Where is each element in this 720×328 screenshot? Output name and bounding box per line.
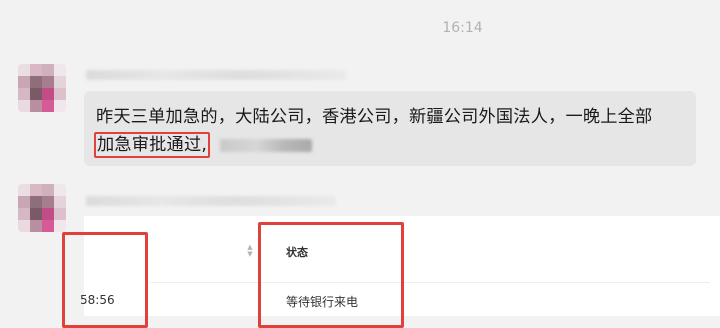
- message-bubble[interactable]: 昨天三单加急的，大陆公司，香港公司，新疆公司外国法人，一晚上全部 加急审批通过,: [84, 91, 696, 166]
- sort-icon: ▲ ▼: [247, 243, 253, 258]
- sender-avatar[interactable]: [18, 184, 66, 232]
- column-header-status: 状态: [286, 246, 308, 259]
- table-divider: [150, 282, 710, 283]
- highlighted-text: 加急审批通过,: [94, 132, 210, 158]
- message-timestamp: 16:14: [442, 20, 483, 36]
- sender-name-redacted: [86, 70, 346, 80]
- annotation-box: [258, 222, 404, 328]
- cell-time: 58:56: [80, 293, 115, 307]
- redacted-text: [220, 138, 312, 152]
- message-text-line: 昨天三单加急的，大陆公司，香港公司，新疆公司外国法人，一晚上全部: [96, 107, 653, 127]
- annotation-box: [62, 232, 148, 328]
- cell-status: 等待银行来电: [286, 295, 359, 309]
- sender-name-redacted: [86, 196, 336, 206]
- sender-avatar[interactable]: [18, 64, 66, 112]
